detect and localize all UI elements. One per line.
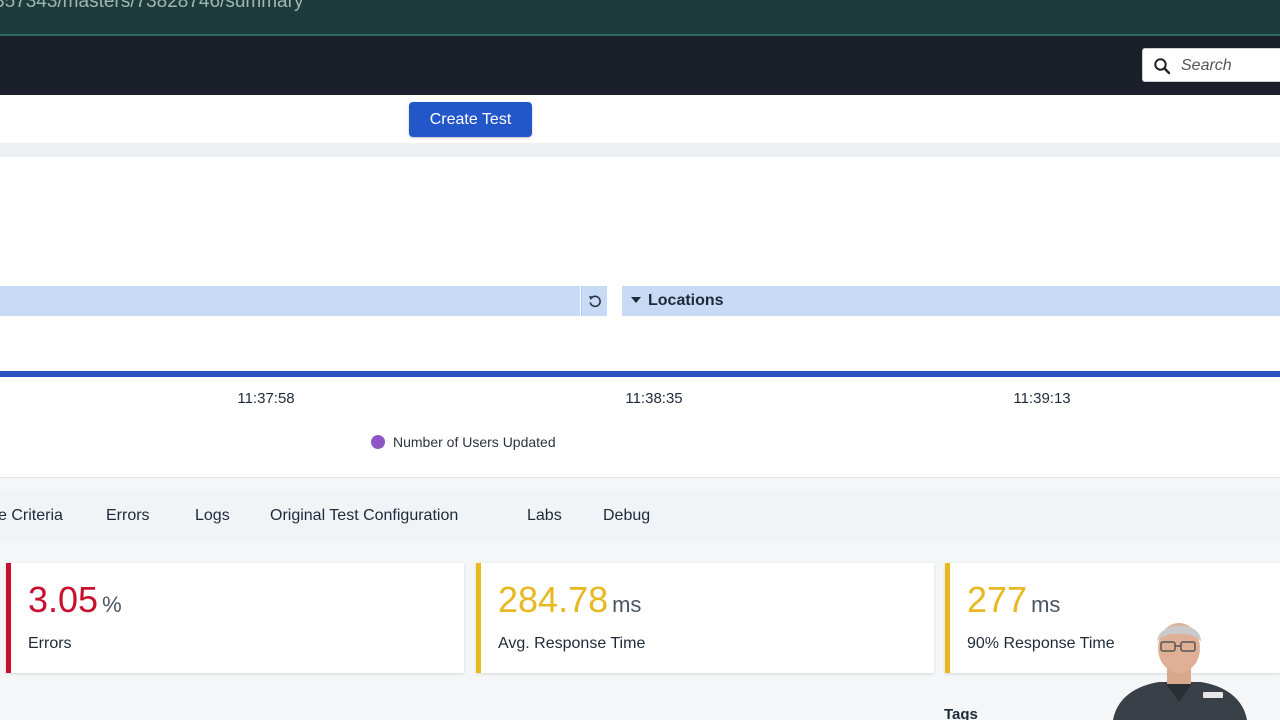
- search-box[interactable]: [1142, 48, 1280, 82]
- metric-value: 3.05: [28, 579, 99, 620]
- url-text[interactable]: 357343/masters/73828746/summary: [0, 0, 303, 13]
- metric-accent-bar: [6, 563, 11, 673]
- search-input[interactable]: [1179, 54, 1280, 78]
- metric-unit: %: [102, 592, 122, 617]
- toolbar: Create Test: [0, 95, 1280, 144]
- time-tick: 11:37:58: [237, 390, 295, 407]
- filter-bar[interactable]: [0, 286, 580, 316]
- search-icon: [1154, 58, 1171, 75]
- time-tick: 11:38:35: [625, 390, 683, 407]
- metric-accent-bar: [476, 563, 481, 673]
- metric-unit: ms: [1031, 592, 1061, 617]
- tab-errors[interactable]: Errors: [106, 507, 150, 525]
- reset-filter-button[interactable]: [581, 286, 607, 316]
- metric-value: 277: [967, 579, 1028, 620]
- timeline-axis: [0, 371, 1280, 377]
- locations-label: Locations: [648, 292, 724, 309]
- legend-label: Number of Users Updated: [393, 434, 556, 450]
- tab-failure-criteria[interactable]: e Criteria: [0, 507, 63, 525]
- metric-value: 284.78: [498, 579, 609, 620]
- metric-card-avg-response: 284.78 ms Avg. Response Time: [476, 563, 934, 673]
- time-tick: 11:39:13: [1013, 390, 1071, 407]
- tab-original-test-configuration[interactable]: Original Test Configuration: [270, 507, 458, 525]
- timeline-panel: Locations 11:37:58 11:38:35 11:39:13 Num…: [0, 157, 1280, 478]
- tab-debug[interactable]: Debug: [603, 507, 650, 525]
- metric-value-line: 3.05%: [28, 579, 122, 621]
- tab-logs[interactable]: Logs: [195, 507, 230, 525]
- metric-value-line: 284.78 ms: [498, 579, 641, 621]
- app-header: [0, 36, 1280, 95]
- legend-dot: [371, 435, 385, 449]
- report-tabs: e Criteria Errors Logs Original Test Con…: [0, 492, 1280, 540]
- metric-caption: Errors: [28, 635, 72, 652]
- browser-url-bar[interactable]: 357343/masters/73828746/summary: [0, 0, 1280, 36]
- tags-heading: Tags: [944, 706, 978, 720]
- tab-labs[interactable]: Labs: [527, 507, 562, 525]
- metric-unit: ms: [612, 592, 642, 617]
- reset-icon: [589, 295, 601, 308]
- app-root: 357343/masters/73828746/summary Create T…: [0, 0, 1280, 720]
- metric-caption: 90% Response Time: [967, 635, 1115, 652]
- caret-down-icon: [631, 297, 641, 303]
- divider-strip: [0, 143, 1280, 157]
- locations-filter[interactable]: Locations: [622, 286, 1280, 316]
- metric-card-errors: 3.05% Errors: [6, 563, 464, 673]
- metric-accent-bar: [945, 563, 950, 673]
- create-test-button[interactable]: Create Test: [409, 102, 532, 137]
- presenter-video-overlay: [1113, 623, 1247, 720]
- metric-caption: Avg. Response Time: [498, 635, 646, 652]
- metric-value-line: 277 ms: [967, 579, 1060, 621]
